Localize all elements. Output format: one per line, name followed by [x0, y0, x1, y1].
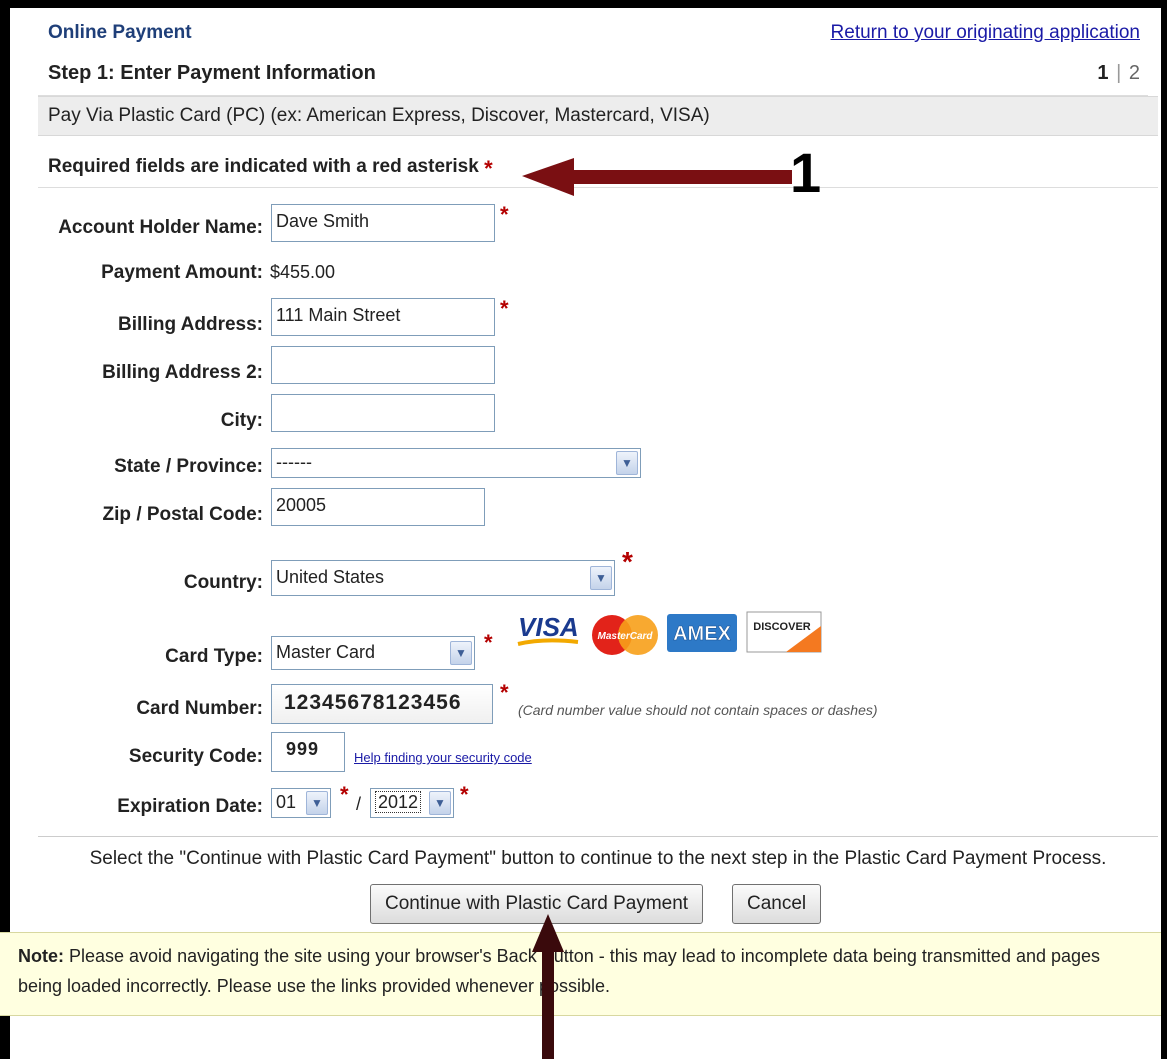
header: Online Payment Return to your originatin…	[38, 22, 1148, 54]
app-title: Online Payment	[48, 22, 192, 43]
chevron-down-icon: ▼	[616, 451, 638, 475]
country-label: Country:	[183, 572, 263, 593]
card-type-required-icon: *	[484, 630, 493, 655]
step-next: 2	[1128, 62, 1140, 84]
chevron-down-icon: ▼	[306, 791, 328, 815]
pay-via-heading: Pay Via Plastic Card (PC) (ex: American …	[38, 96, 1158, 136]
card-number-hint: (Card number value should not contain sp…	[518, 702, 878, 718]
security-code-input[interactable]: 999	[271, 732, 345, 772]
country-select-value: United States	[276, 567, 385, 587]
card-number-input[interactable]: 12345678123456	[271, 684, 493, 724]
expiration-date-label: Expiration Date:	[117, 796, 263, 817]
instructions-text: Select the "Continue with Plastic Card P…	[89, 848, 1107, 869]
billing-address-input[interactable]: 111 Main Street	[271, 298, 495, 336]
form-divider	[38, 836, 1158, 837]
required-asterisk: *	[484, 156, 493, 181]
billing-address-required-icon: *	[500, 296, 509, 321]
city-label: City:	[220, 410, 263, 431]
country-required-icon: *	[622, 546, 633, 577]
step-title: Step 1: Enter Payment Information	[48, 62, 376, 84]
card-number-label: Card Number:	[136, 698, 263, 719]
step-header: Step 1: Enter Payment Information 1 | 2	[38, 58, 1148, 96]
return-link[interactable]: Return to your originating application	[831, 22, 1140, 44]
expiration-year-required-icon: *	[460, 782, 469, 807]
annotation-arrow-2	[532, 914, 564, 1059]
expiration-year-value: 2012	[375, 791, 422, 813]
discover-logo-icon: DISCOVER	[746, 611, 822, 653]
note-label: Note:	[18, 946, 64, 966]
cancel-button[interactable]: Cancel	[732, 884, 822, 924]
billing-address2-input[interactable]	[271, 346, 495, 384]
security-code-help-link[interactable]: Help finding your security code	[354, 750, 532, 765]
account-holder-required-icon: *	[500, 202, 509, 227]
amex-logo-icon: AMEX	[667, 614, 737, 652]
expiration-month-value: 01	[276, 792, 297, 812]
card-type-select[interactable]: Master Card ▼	[271, 636, 475, 670]
payment-amount-value: $455.00	[270, 262, 336, 282]
step-separator: |	[1116, 62, 1122, 84]
note-box: Note: Please avoid navigating the site u…	[0, 932, 1161, 1016]
required-note-text: Required fields are indicated with a red…	[48, 156, 479, 177]
svg-text:MasterCard: MasterCard	[597, 631, 653, 642]
billing-address-label: Billing Address:	[118, 314, 263, 335]
step-current: 1	[1097, 62, 1109, 84]
city-input[interactable]	[271, 394, 495, 432]
card-type-select-value: Master Card	[276, 642, 376, 662]
zip-label: Zip / Postal Code:	[102, 504, 263, 525]
account-holder-label: Account Holder Name:	[58, 217, 263, 238]
visa-logo-icon: VISA	[517, 612, 579, 646]
payment-amount-label: Payment Amount:	[101, 262, 263, 283]
chevron-down-icon: ▼	[590, 566, 612, 590]
svg-text:VISA: VISA	[518, 612, 579, 642]
card-type-label: Card Type:	[165, 646, 263, 667]
state-select[interactable]: ------ ▼	[271, 448, 641, 478]
annotation-number-1: 1	[790, 141, 822, 204]
step-pager: 1 | 2	[1097, 62, 1140, 85]
chevron-down-icon: ▼	[429, 791, 451, 815]
svg-text:DISCOVER: DISCOVER	[753, 621, 811, 633]
state-label: State / Province:	[114, 456, 263, 477]
billing-address2-label: Billing Address 2:	[102, 362, 263, 383]
state-select-value: ------	[276, 452, 312, 472]
zip-input[interactable]: 20005	[271, 488, 485, 526]
svg-text:AMEX: AMEX	[673, 623, 731, 645]
expiration-slash: /	[356, 794, 362, 814]
annotation-arrow-1	[522, 158, 792, 196]
security-code-label: Security Code:	[128, 746, 263, 767]
chevron-down-icon: ▼	[450, 641, 472, 665]
expiration-month-select[interactable]: 01 ▼	[271, 788, 331, 818]
expiration-year-select[interactable]: 2012 ▼	[370, 788, 454, 818]
country-select[interactable]: United States ▼	[271, 560, 615, 596]
account-holder-input[interactable]: Dave Smith	[271, 204, 495, 242]
mastercard-logo-icon: MasterCard	[592, 615, 658, 655]
card-number-required-icon: *	[500, 680, 509, 705]
expiration-month-required-icon: *	[340, 782, 349, 807]
